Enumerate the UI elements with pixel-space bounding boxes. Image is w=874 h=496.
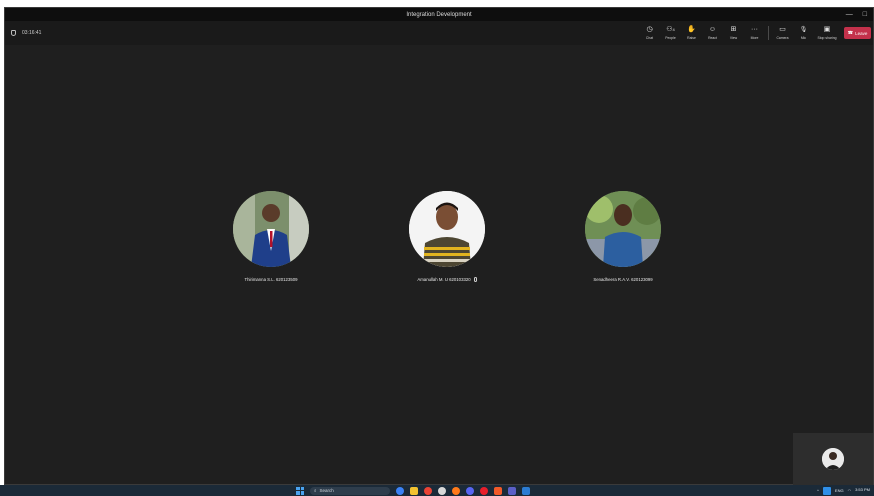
timer-text: 03:16:41 xyxy=(22,30,42,36)
shield-icon xyxy=(11,30,16,36)
mic-muted-icon xyxy=(473,277,477,282)
raise-hand-icon: ✋ xyxy=(687,26,696,33)
avatar xyxy=(409,191,485,267)
discord-icon[interactable] xyxy=(466,486,474,495)
windows-taskbar: ⌕ Search ^ ENG ◠ 3:53 PM xyxy=(0,485,874,496)
avatar xyxy=(585,191,661,267)
window-controls: — □ xyxy=(846,8,867,21)
system-tray: ^ ENG ◠ 3:53 PM xyxy=(817,485,870,496)
participant-name: Thirimanna S.L. 620123509 xyxy=(244,277,298,282)
toolbar-divider xyxy=(768,26,769,40)
leave-button[interactable]: ☎ Leave xyxy=(844,27,871,39)
github-icon[interactable] xyxy=(438,486,446,495)
view-button[interactable]: ⊞ View xyxy=(723,21,744,45)
meeting-stage: Thirimanna S.L. 620123509 Amanullah M. U… xyxy=(5,45,873,485)
wifi-icon[interactable]: ◠ xyxy=(848,488,852,493)
mic-button[interactable]: 🎙 Mic xyxy=(793,21,814,45)
taskbar-search[interactable]: ⌕ Search xyxy=(310,486,390,495)
file-explorer-icon[interactable] xyxy=(410,486,418,495)
self-view-preview[interactable] xyxy=(793,433,873,485)
mic-icon: 🎙 xyxy=(799,27,808,33)
participant-name: Amanullah M. U 620103320 xyxy=(417,277,477,282)
raise-hand-button[interactable]: ✋ Raise xyxy=(681,21,702,45)
more-button[interactable]: ··· More xyxy=(744,21,765,45)
taskbar-apps: ⌕ Search xyxy=(296,485,530,496)
react-icon: ☺ xyxy=(708,26,717,33)
phone-hangup-icon: ☎ xyxy=(847,30,854,35)
tray-app-icon[interactable] xyxy=(822,486,831,495)
camera-button[interactable]: ▭ Camera xyxy=(772,21,793,45)
clock[interactable]: 3:53 PM xyxy=(855,488,870,493)
teams-icon[interactable] xyxy=(508,486,516,495)
search-icon: ⌕ xyxy=(314,488,317,493)
participant-tile[interactable]: Senadheera R.A.V. 620123099 xyxy=(563,191,683,282)
participant-tile[interactable]: Thirimanna S.L. 620123509 xyxy=(211,191,331,282)
avatar xyxy=(233,191,309,267)
stop-sharing-button[interactable]: ▣ Stop sharing xyxy=(814,21,840,45)
camera-icon: ▭ xyxy=(779,26,786,33)
participant-name: Senadheera R.A.V. 620123099 xyxy=(593,277,653,282)
view-icon: ⊞ xyxy=(730,26,737,33)
copilot-icon[interactable] xyxy=(396,486,404,495)
title-bar: Integration Development — □ xyxy=(5,8,873,21)
firefox-icon[interactable] xyxy=(452,486,460,495)
maximize-button[interactable]: □ xyxy=(863,8,867,21)
people-button[interactable]: ⚇4 People xyxy=(660,21,681,45)
participant-tile[interactable]: Amanullah M. U 620103320 xyxy=(387,191,507,282)
self-avatar xyxy=(822,448,844,470)
chat-icon: ◷ xyxy=(646,26,653,33)
chat-button[interactable]: ◷ Chat xyxy=(639,21,660,45)
language-indicator[interactable]: ENG xyxy=(835,488,844,493)
share-icon: ▣ xyxy=(823,26,831,33)
chevron-up-icon[interactable]: ^ xyxy=(817,488,819,493)
word-icon[interactable] xyxy=(522,486,530,495)
minimize-button[interactable]: — xyxy=(846,8,853,21)
window-title: Integration Development xyxy=(406,11,472,18)
meeting-timer: 03:16:41 xyxy=(11,30,41,36)
more-icon: ··· xyxy=(751,26,758,33)
react-button[interactable]: ☺ React xyxy=(702,21,723,45)
opera-icon[interactable] xyxy=(480,486,488,495)
toolbar-actions: ◷ Chat ⚇4 People ✋ Raise ☺ React ⊞ View … xyxy=(639,21,871,45)
windows-start-icon[interactable] xyxy=(296,486,304,495)
people-count: 4 xyxy=(672,27,675,32)
people-icon: ⚇4 xyxy=(666,26,675,33)
meeting-toolbar: 03:16:41 ◷ Chat ⚇4 People ✋ Raise ☺ Reac… xyxy=(5,21,873,45)
teams-window: Integration Development — □ 03:16:41 ◷ C… xyxy=(4,7,874,485)
chrome-icon[interactable] xyxy=(424,486,432,495)
brave-icon[interactable] xyxy=(494,486,502,495)
